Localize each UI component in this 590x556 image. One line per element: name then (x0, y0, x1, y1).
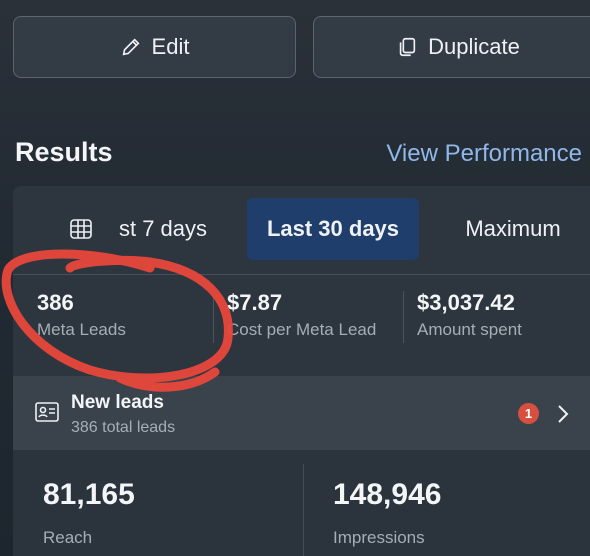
divider (213, 291, 214, 343)
metric-amount-spent: $3,037.42 Amount spent (417, 290, 522, 340)
chevron-right-icon (558, 405, 569, 423)
divider (403, 291, 404, 343)
tab-label: Last 30 days (266, 216, 400, 241)
new-leads-row[interactable]: New leads 386 total leads 1 (13, 376, 590, 450)
divider (13, 274, 590, 275)
copy-icon (399, 37, 416, 57)
duplicate-label: Duplicate (428, 34, 520, 59)
results-title: Results (15, 137, 113, 167)
metric-label: Meta Leads (37, 320, 126, 339)
edit-button[interactable]: Edit (13, 16, 296, 78)
tab-last-7-days[interactable]: st 7 days (43, 198, 233, 260)
metric-label: Amount spent (417, 320, 522, 339)
stat-value: 81,165 (43, 478, 135, 511)
metric-value: $7.87 (227, 290, 283, 315)
stat-label: Reach (43, 528, 93, 547)
metric-label: Cost per Meta Lead (227, 320, 377, 339)
pencil-icon (122, 38, 140, 56)
divider (303, 464, 304, 556)
tab-maximum[interactable]: Maximum (433, 198, 590, 260)
duplicate-button[interactable]: Duplicate (313, 16, 590, 78)
view-performance-link[interactable]: View Performance (386, 140, 582, 168)
edit-label: Edit (151, 34, 190, 59)
metric-value: $3,037.42 (417, 290, 515, 315)
metric-meta-leads: 386 Meta Leads (37, 290, 126, 340)
stat-value: 148,946 (333, 478, 442, 511)
metric-cost-per-lead: $7.87 Cost per Meta Lead (227, 290, 376, 340)
contact-card-icon (35, 402, 59, 422)
new-leads-subtitle: 386 total leads (71, 419, 176, 436)
metric-value: 386 (37, 290, 74, 315)
new-leads-title: New leads (71, 392, 164, 413)
tab-last-30-days[interactable]: Last 30 days (247, 198, 419, 260)
date-range-selector: st 7 days Last 30 days Maximum (13, 198, 590, 260)
stats-section: 81,165 Reach 148,946 Impressions (13, 450, 590, 556)
tab-label: st 7 days (118, 216, 208, 241)
calendar-table-icon (70, 219, 92, 239)
notification-badge: 1 (518, 403, 539, 424)
tab-label: Maximum (465, 216, 561, 241)
stat-label: Impressions (333, 528, 425, 547)
